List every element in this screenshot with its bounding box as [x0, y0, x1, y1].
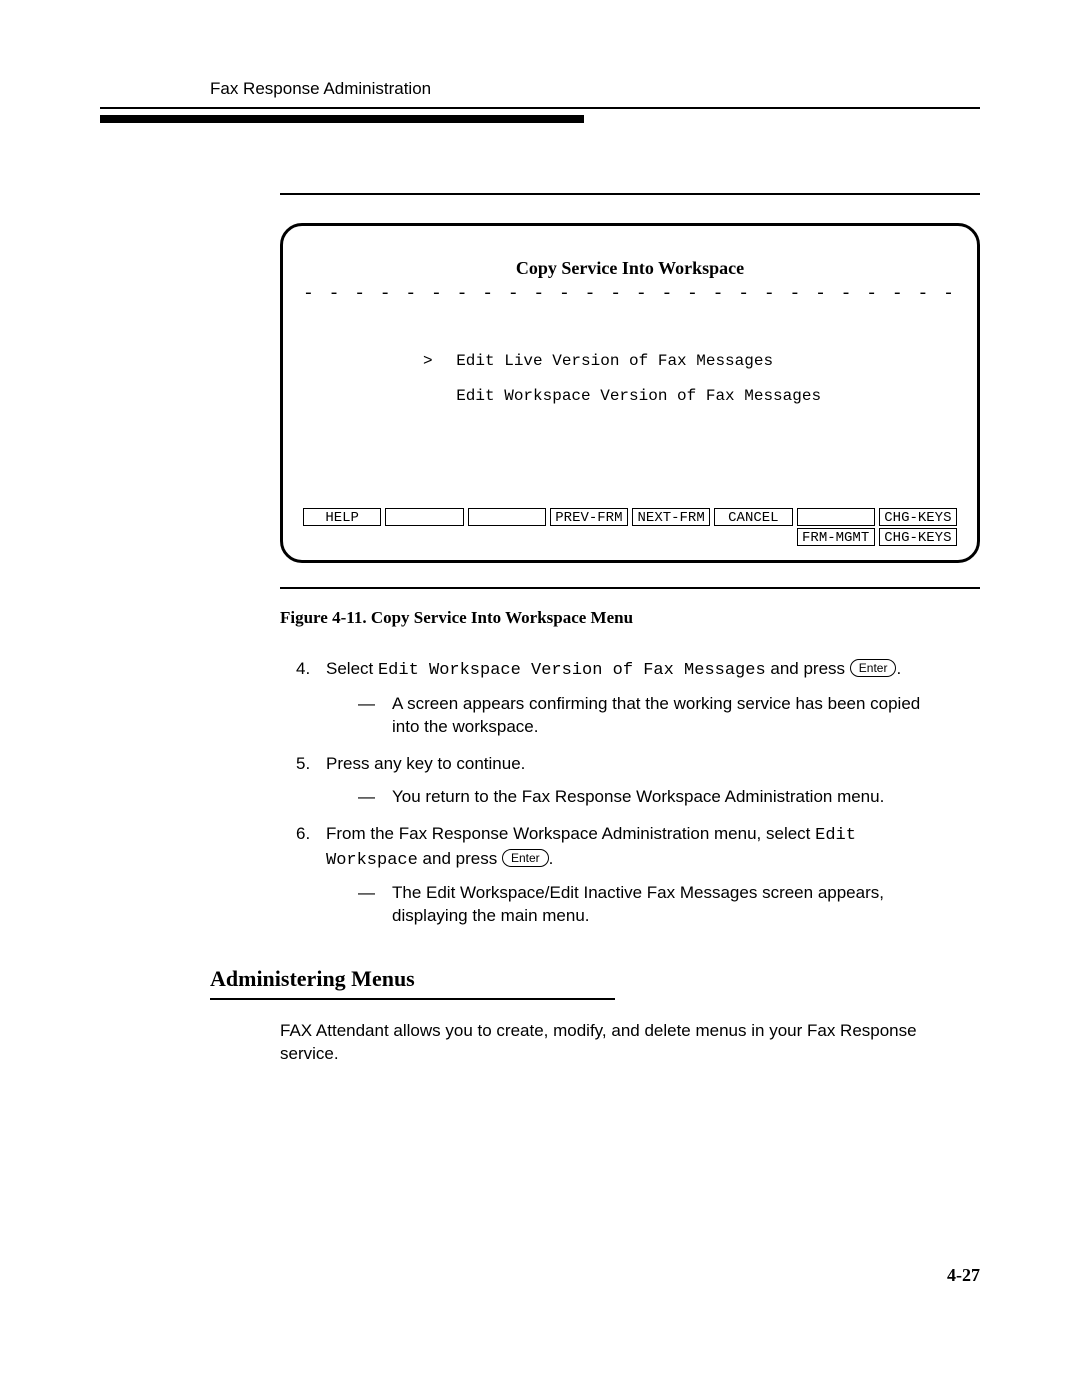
cursor-icon	[423, 386, 437, 408]
fkey-blank[interactable]	[797, 508, 875, 526]
step-4: 4. Select Edit Workspace Version of Fax …	[280, 658, 940, 739]
fkey-next-frm[interactable]: NEXT-FRM	[632, 508, 710, 526]
section-heading: Administering Menus	[210, 964, 980, 994]
menu-item[interactable]: Edit Workspace Version of Fax Messages	[423, 386, 957, 408]
page-number: 4-27	[947, 1263, 980, 1287]
fkey-chg-keys[interactable]: CHG-KEYS	[879, 528, 957, 546]
screen-title: Copy Service Into Workspace	[303, 256, 957, 280]
menu-item-label: Edit Live Version of Fax Messages	[456, 352, 773, 370]
fkey-blank	[632, 528, 710, 546]
step-text-mid: and press	[418, 849, 502, 868]
menu-list: > Edit Live Version of Fax Messages Edit…	[423, 351, 957, 408]
step-text-post: and press	[766, 659, 850, 678]
section-paragraph: FAX Attendant allows you to create, modi…	[280, 1020, 940, 1066]
step-number: 4.	[296, 658, 310, 681]
cursor-icon: >	[423, 351, 437, 373]
step-tail: .	[896, 659, 901, 678]
enter-keycap: Enter	[850, 659, 897, 677]
step-5-sub: You return to the Fax Response Workspace…	[358, 786, 940, 809]
figure-caption: Figure 4-11. Copy Service Into Workspace…	[280, 607, 980, 630]
step-number: 5.	[296, 753, 310, 776]
step-6-sub: The Edit Workspace/Edit Inactive Fax Mes…	[358, 882, 940, 928]
fkey-cancel[interactable]: CANCEL	[714, 508, 792, 526]
fkey-blank	[303, 528, 381, 546]
step-number: 6.	[296, 823, 310, 846]
fkey-blank	[385, 528, 463, 546]
step-text: Press any key to continue.	[326, 754, 525, 773]
section-heading-rule	[210, 998, 615, 1000]
fkey-frm-mgmt[interactable]: FRM-MGMT	[797, 528, 875, 546]
fkey-help[interactable]: HELP	[303, 508, 381, 526]
fkey-prev-frm[interactable]: PREV-FRM	[550, 508, 628, 526]
step-4-sub: A screen appears confirming that the wor…	[358, 693, 940, 739]
step-text-pre: Select	[326, 659, 378, 678]
function-key-bar: HELP PREV-FRM NEXT-FRM CANCEL CHG-KEYS	[303, 506, 957, 546]
menu-item[interactable]: > Edit Live Version of Fax Messages	[423, 351, 957, 373]
screen-title-underline: - - - - - - - - - - - - - - - - - - - - …	[303, 282, 957, 306]
fkey-chg-keys[interactable]: CHG-KEYS	[879, 508, 957, 526]
header-rule-full	[100, 107, 980, 109]
step-text-pre: From the Fax Response Workspace Administ…	[326, 824, 815, 843]
fkey-blank[interactable]	[385, 508, 463, 526]
figure-bottom-rule	[280, 587, 980, 589]
step-text: From the Fax Response Workspace Administ…	[326, 824, 856, 868]
figure-top-rule	[280, 193, 980, 195]
fkey-blank	[550, 528, 628, 546]
step-tail: .	[549, 849, 554, 868]
terminal-screen: Copy Service Into Workspace - - - - - - …	[280, 223, 980, 563]
fkey-blank	[468, 528, 546, 546]
step-5: 5. Press any key to continue. You return…	[280, 753, 940, 809]
fkey-blank	[714, 528, 792, 546]
enter-keycap: Enter	[502, 849, 549, 867]
running-header: Fax Response Administration	[210, 78, 980, 101]
menu-item-label: Edit Workspace Version of Fax Messages	[456, 387, 821, 405]
step-text: Select Edit Workspace Version of Fax Mes…	[326, 659, 901, 678]
step-6: 6. From the Fax Response Workspace Admin…	[280, 823, 940, 929]
mono-text: Edit Workspace Version of Fax Messages	[378, 661, 766, 680]
fkey-blank[interactable]	[468, 508, 546, 526]
